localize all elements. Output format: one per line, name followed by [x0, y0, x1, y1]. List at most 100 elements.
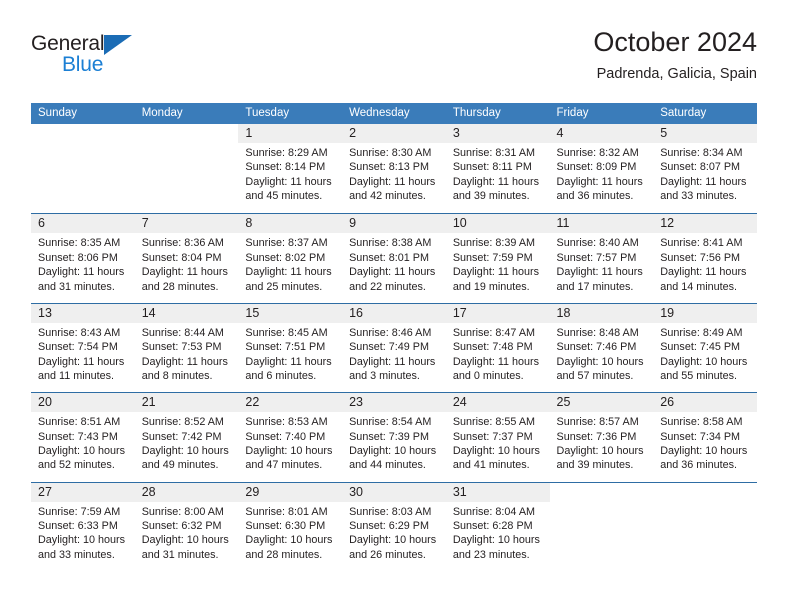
day-detail-line: Sunrise: 8:54 AM: [349, 416, 432, 429]
page-subtitle: Padrenda, Galicia, Spain: [596, 66, 757, 82]
day-number-band: 8: [238, 214, 343, 234]
day-cell[interactable]: 7 Sunrise: 8:36 AM Sunset: 8:04 PM Daylight…: [134, 214, 239, 302]
day-cell[interactable]: 21 Sunrise: 8:52 AM Sunset: 7:42 PM Dayligh…: [134, 393, 239, 481]
day-cell[interactable]: 17 Sunrise: 8:47 AM Sunset: 7:48 PM Dayligh…: [445, 303, 550, 392]
day-detail-line: Sunrise: 8:04 AM: [452, 505, 536, 518]
day-cell[interactable]: 5 Sunrise: 8:34 AM Sunset: 8:07 PM Daylight…: [653, 124, 757, 213]
day-details: Sunrise: 8:49 AM Sunset: 7:45 PM Daylight:…: [653, 323, 757, 384]
day-number: 28: [141, 484, 156, 499]
day-details: Sunrise: 8:48 AM Sunset: 7:46 PM Daylight:…: [550, 323, 654, 384]
day-number-band: 25: [549, 393, 654, 413]
day-detail-line: Sunrise: 8:51 AM: [38, 416, 121, 429]
day-cell[interactable]: 18 Sunrise: 8:48 AM Sunset: 7:46 PM Dayligh…: [549, 303, 654, 392]
day-detail-line: Sunset: 6:28 PM: [452, 519, 533, 532]
day-detail-line: Sunrise: 8:29 AM: [245, 147, 328, 159]
day-detail-line: and 6 minutes.: [245, 370, 317, 382]
day-number-band: 23: [342, 393, 446, 413]
day-number: 2: [349, 126, 357, 140]
day-cell[interactable]: 4 Sunrise: 8:32 AM Sunset: 8:09 PM Daylight…: [549, 124, 654, 213]
day-details: Sunrise: 8:34 AM Sunset: 8:07 PM Daylight:…: [653, 143, 757, 204]
day-number-band: 18: [549, 303, 654, 323]
day-number: 29: [245, 484, 260, 499]
day-number: 31: [452, 484, 467, 499]
day-detail-line: Sunset: 7:48 PM: [452, 341, 533, 354]
weekday-header-saturday: Saturday: [660, 107, 707, 119]
day-details: Sunrise: 8:40 AM Sunset: 7:57 PM Daylight:…: [550, 233, 654, 294]
day-detail-line: Sunrise: 8:57 AM: [556, 416, 639, 429]
logo-triangle-icon: [104, 35, 132, 55]
day-detail-line: Sunrise: 7:59 AM: [38, 505, 121, 518]
day-details: Sunrise: 8:30 AM Sunset: 8:13 PM Daylight:…: [342, 143, 446, 204]
day-details: Sunrise: 8:39 AM Sunset: 7:59 PM Daylight:…: [446, 233, 550, 294]
day-details: [31, 143, 135, 146]
day-detail-line: Sunrise: 8:40 AM: [556, 237, 639, 250]
day-detail-line: Sunrise: 8:46 AM: [349, 326, 432, 339]
day-detail-line: and 3 minutes.: [349, 370, 420, 382]
day-detail-line: Sunset: 7:46 PM: [556, 341, 637, 354]
day-cell[interactable]: 9 Sunrise: 8:38 AM Sunset: 8:01 PM Daylight…: [342, 214, 446, 302]
day-details: Sunrise: 8:32 AM Sunset: 8:09 PM Daylight:…: [550, 143, 654, 204]
day-cell[interactable]: 12 Sunrise: 8:41 AM Sunset: 7:56 PM Dayligh…: [653, 214, 757, 302]
day-detail-line: Sunset: 7:34 PM: [660, 430, 741, 443]
day-cell[interactable]: 25 Sunrise: 8:57 AM Sunset: 7:36 PM Dayligh…: [549, 393, 654, 481]
day-cell[interactable]: 31 Sunrise: 8:04 AM Sunset: 6:28 PM Dayligh…: [445, 482, 550, 571]
day-number: 19: [660, 305, 675, 320]
page-header: General Blue October 2024 Padrenda, Gali…: [31, 26, 757, 96]
day-number: 20: [38, 395, 52, 410]
day-detail-line: and 45 minutes.: [245, 190, 323, 203]
day-cell[interactable]: 27 Sunrise: 7:59 AM Sunset: 6:33 PM Dayligh…: [31, 482, 135, 571]
day-detail-line: Daylight: 10 hours: [38, 444, 126, 457]
day-detail-line: Sunrise: 8:39 AM: [452, 237, 536, 250]
day-number: 16: [349, 305, 364, 320]
day-detail-line: Sunrise: 8:47 AM: [452, 326, 536, 339]
day-number: 1: [245, 126, 253, 140]
day-detail-line: Sunrise: 8:31 AM: [452, 147, 536, 159]
day-cell[interactable]: 6 Sunrise: 8:35 AM Sunset: 8:06 PM Daylight…: [31, 214, 135, 302]
day-number: 18: [556, 305, 571, 320]
day-detail-line: Sunset: 7:53 PM: [141, 341, 222, 354]
day-cell[interactable]: 15 Sunrise: 8:45 AM Sunset: 7:51 PM Dayligh…: [238, 303, 343, 392]
day-cell[interactable]: 1 Sunrise: 8:29 AM Sunset: 8:14 PM Daylight…: [238, 124, 343, 213]
day-cell[interactable]: 30 Sunrise: 8:03 AM Sunset: 6:29 PM Dayligh…: [342, 482, 446, 571]
day-number-band: 22: [238, 393, 343, 413]
day-number-band: 16: [342, 303, 446, 323]
day-cell[interactable]: 19 Sunrise: 8:49 AM Sunset: 7:45 PM Dayligh…: [653, 303, 757, 392]
day-cell[interactable]: 28 Sunrise: 8:00 AM Sunset: 6:32 PM Dayligh…: [134, 482, 239, 571]
day-cell[interactable]: 20 Sunrise: 8:51 AM Sunset: 7:43 PM Dayligh…: [31, 393, 135, 481]
day-cell[interactable]: 23 Sunrise: 8:54 AM Sunset: 7:39 PM Dayligh…: [342, 393, 446, 481]
day-number-band: 10: [445, 214, 550, 234]
day-cell[interactable]: 16 Sunrise: 8:46 AM Sunset: 7:49 PM Dayligh…: [342, 303, 446, 392]
day-detail-line: Sunset: 8:11 PM: [452, 161, 532, 174]
day-cell[interactable]: 2 Sunrise: 8:30 AM Sunset: 8:13 PM Daylight…: [342, 124, 446, 213]
day-cell[interactable]: 29 Sunrise: 8:01 AM Sunset: 6:30 PM Dayligh…: [238, 482, 343, 571]
day-cell[interactable]: 10 Sunrise: 8:39 AM Sunset: 7:59 PM Dayligh…: [445, 214, 550, 302]
day-cell[interactable]: 14 Sunrise: 8:44 AM Sunset: 7:53 PM Dayligh…: [134, 303, 239, 392]
day-detail-line: Sunrise: 8:55 AM: [452, 416, 536, 429]
day-cell[interactable]: 22 Sunrise: 8:53 AM Sunset: 7:40 PM Dayligh…: [238, 393, 343, 481]
day-number-band: 4: [549, 124, 654, 143]
day-cell[interactable]: 8 Sunrise: 8:37 AM Sunset: 8:02 PM Daylight…: [238, 214, 343, 302]
day-detail-line: and 31 minutes.: [141, 548, 219, 561]
day-number: 13: [38, 305, 52, 320]
day-details: Sunrise: 8:04 AM Sunset: 6:28 PM Daylight:…: [446, 502, 550, 563]
day-number: 15: [245, 305, 260, 320]
day-number: 26: [660, 395, 675, 410]
day-detail-line: and 11 minutes.: [38, 370, 115, 382]
day-detail-line: Sunrise: 8:43 AM: [38, 326, 121, 339]
day-detail-line: Daylight: 11 hours: [245, 266, 332, 279]
weekday-header-sunday: Sunday: [38, 107, 78, 119]
day-number: 23: [349, 395, 364, 410]
day-cell[interactable]: 13 Sunrise: 8:43 AM Sunset: 7:54 PM Dayligh…: [31, 303, 135, 392]
day-cell[interactable]: 26 Sunrise: 8:58 AM Sunset: 7:34 PM Dayligh…: [653, 393, 757, 481]
day-cell[interactable]: 24 Sunrise: 8:55 AM Sunset: 7:37 PM Dayligh…: [445, 393, 550, 481]
day-number: 17: [452, 305, 467, 320]
day-number: 4: [556, 126, 564, 140]
day-detail-line: and 44 minutes.: [349, 459, 426, 472]
day-detail-line: Sunset: 7:43 PM: [38, 430, 118, 443]
day-number: 5: [660, 126, 668, 140]
day-cell[interactable]: 11 Sunrise: 8:40 AM Sunset: 7:57 PM Dayligh…: [549, 214, 654, 302]
day-cell[interactable]: 3 Sunrise: 8:31 AM Sunset: 8:11 PM Daylight…: [445, 124, 550, 213]
day-number-band: 12: [653, 214, 757, 234]
day-detail-line: and 39 minutes.: [556, 459, 634, 472]
day-detail-line: Daylight: 11 hours: [38, 266, 125, 279]
